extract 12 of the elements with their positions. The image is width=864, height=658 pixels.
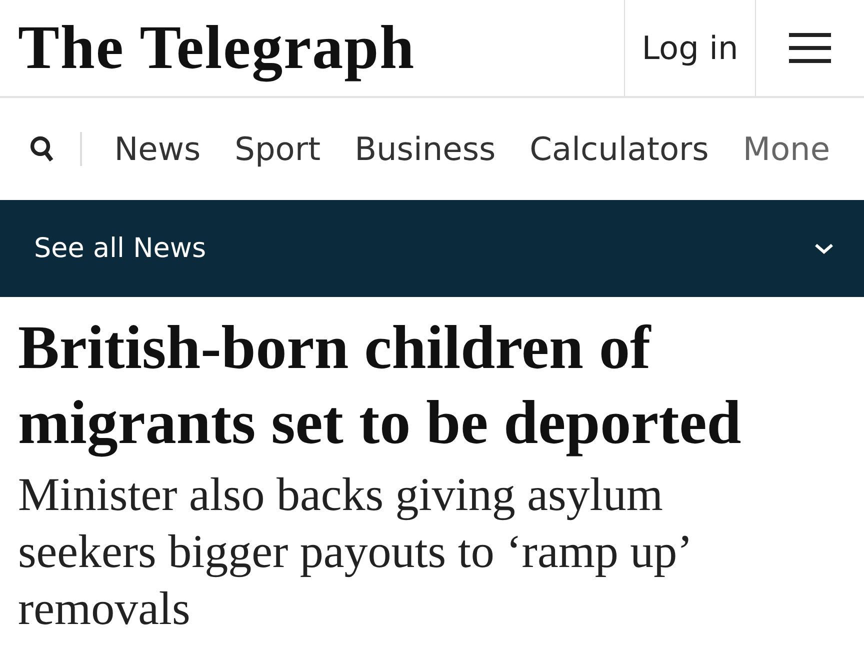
nav-link[interactable]: Calculators: [530, 130, 709, 168]
menu-icon: [789, 33, 831, 63]
site-logo[interactable]: The Telegraph: [0, 0, 624, 96]
standfirst: Minister also backs giving asylum seekers bigger payouts to ‘ramp up’ removals: [18, 468, 690, 637]
section-label: See all News: [34, 233, 206, 264]
headline: British-born children of migrants set to be deported: [18, 313, 742, 459]
search-icon[interactable]: [30, 135, 54, 163]
section-bar[interactable]: See all News: [0, 200, 864, 297]
nav-link[interactable]: Mone: [742, 130, 830, 168]
nav-link[interactable]: Sport: [234, 130, 321, 168]
nav-link[interactable]: News: [114, 130, 201, 168]
nav-link[interactable]: Business: [354, 130, 496, 168]
